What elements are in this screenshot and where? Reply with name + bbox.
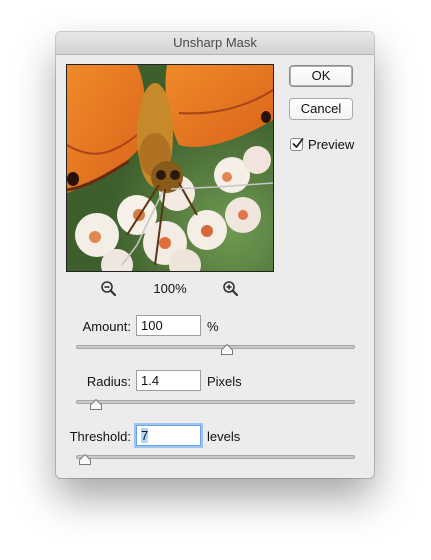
threshold-unit: levels bbox=[207, 429, 241, 444]
zoom-level: 100% bbox=[153, 281, 187, 296]
preview-image[interactable] bbox=[66, 64, 274, 272]
amount-label: Amount: bbox=[82, 319, 131, 334]
cancel-button[interactable]: Cancel bbox=[289, 98, 353, 120]
threshold-label: Threshold: bbox=[69, 429, 131, 444]
dialog-title: Unsharp Mask bbox=[56, 32, 374, 55]
threshold-input[interactable]: 7 bbox=[136, 425, 201, 446]
zoom-out-icon[interactable] bbox=[100, 280, 118, 298]
threshold-slider-thumb[interactable] bbox=[79, 452, 92, 465]
radius-slider[interactable] bbox=[76, 398, 355, 410]
threshold-value: 7 bbox=[141, 428, 149, 443]
amount-unit: % bbox=[207, 319, 219, 334]
amount-slider[interactable] bbox=[76, 343, 355, 355]
preview-checkbox[interactable]: Preview bbox=[290, 136, 354, 152]
checkmark-icon[interactable] bbox=[290, 137, 304, 151]
radius-input[interactable]: 1.4 bbox=[136, 370, 201, 391]
zoom-in-icon[interactable] bbox=[222, 280, 240, 298]
preview-label: Preview bbox=[308, 136, 355, 152]
unsharp-mask-dialog: Unsharp Mask OK Cancel Preview 100% Amou… bbox=[56, 32, 374, 478]
amount-value: 100 bbox=[141, 318, 163, 333]
radius-slider-thumb[interactable] bbox=[90, 397, 103, 410]
threshold-slider[interactable] bbox=[76, 453, 355, 465]
radius-value: 1.4 bbox=[141, 373, 160, 388]
radius-unit: Pixels bbox=[207, 374, 242, 389]
amount-slider-thumb[interactable] bbox=[220, 342, 233, 355]
ok-button[interactable]: OK bbox=[289, 65, 353, 87]
amount-input[interactable]: 100 bbox=[136, 315, 201, 336]
radius-label: Radius: bbox=[86, 374, 131, 389]
